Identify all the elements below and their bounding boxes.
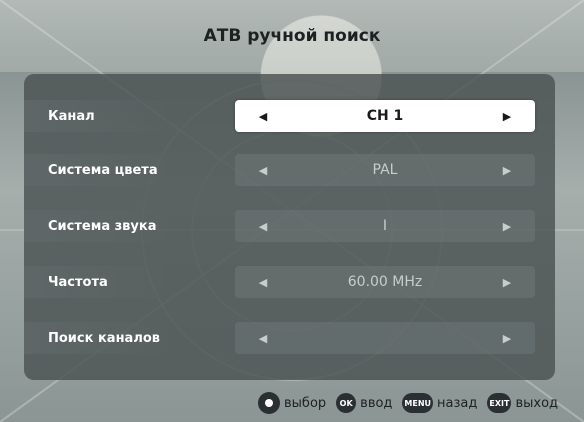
selector-value: PAL [372, 162, 398, 178]
settings-row[interactable]: Частота ◀ 60.00 MHz ▶ [24, 262, 555, 302]
key-hint: выбор [258, 392, 326, 414]
key-hint: MENU назад [402, 393, 477, 413]
key-hint-label: выход [515, 395, 559, 411]
row-label: Канал [48, 108, 95, 124]
arrow-left-icon[interactable]: ◀ [257, 276, 269, 289]
title-bar: АТВ ручной поиск [0, 0, 584, 72]
dpad-icon [258, 392, 280, 414]
row-label: Поиск каналов [48, 330, 161, 346]
selector-value: 60.00 MHz [347, 274, 423, 290]
selector-value: CH 1 [366, 108, 404, 124]
key-hint-label: назад [437, 395, 478, 411]
arrow-right-icon[interactable]: ▶ [501, 220, 513, 233]
value-selector[interactable]: ◀ 60.00 MHz ▶ [235, 266, 535, 298]
arrow-right-icon[interactable]: ▶ [501, 332, 513, 345]
settings-row[interactable]: Канал ◀ CH 1 ▶ [24, 96, 555, 136]
page-title: АТВ ручной поиск [203, 26, 381, 46]
value-selector[interactable]: ◀ CH 1 ▶ [235, 100, 535, 132]
key-hint-bar: выбор OK ввод MENU назад EXIT выход [258, 388, 584, 418]
key-hint-label: ввод [360, 395, 393, 411]
arrow-left-icon[interactable]: ◀ [257, 110, 269, 123]
arrow-right-icon[interactable]: ▶ [501, 164, 513, 177]
arrow-right-icon[interactable]: ▶ [501, 110, 513, 123]
arrow-left-icon[interactable]: ◀ [257, 164, 269, 177]
settings-panel: Канал ◀ CH 1 ▶ Система цвета ◀ PAL ▶ Система зву… [24, 74, 555, 380]
settings-row[interactable]: Система звука ◀ I ▶ [24, 206, 555, 246]
settings-row[interactable]: Поиск каналов ◀ ▶ [24, 318, 555, 358]
exit-key-icon: EXIT [487, 393, 512, 413]
arrow-right-icon[interactable]: ▶ [501, 276, 513, 289]
arrow-left-icon[interactable]: ◀ [257, 220, 269, 233]
key-hint-label: выбор [284, 395, 327, 411]
row-label: Система звука [48, 218, 157, 234]
key-hint: OK ввод [336, 393, 392, 413]
arrow-left-icon[interactable]: ◀ [257, 332, 269, 345]
row-label: Частота [48, 274, 108, 290]
value-selector[interactable]: ◀ PAL ▶ [235, 154, 535, 186]
value-selector[interactable]: ◀ I ▶ [235, 210, 535, 242]
ok-key-icon: OK [336, 393, 357, 413]
row-label-background [24, 100, 174, 132]
row-label: Система цвета [48, 162, 158, 178]
value-selector[interactable]: ◀ ▶ [235, 322, 535, 354]
settings-row[interactable]: Система цвета ◀ PAL ▶ [24, 150, 555, 190]
key-hint: EXIT выход [487, 393, 558, 413]
selector-value: I [382, 218, 388, 234]
menu-key-icon: MENU [402, 393, 434, 413]
